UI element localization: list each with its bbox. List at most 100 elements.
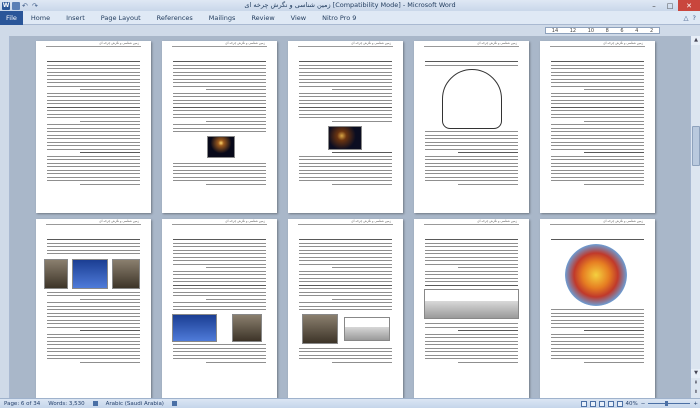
text-line [299,159,392,161]
scroll-down-button[interactable]: ▼ [691,369,700,378]
text-line [173,75,266,77]
page-header-text: زمین شناسی و نگرش چرخه ای [477,219,517,223]
text-line [173,351,266,353]
tab-insert[interactable]: Insert [58,14,93,22]
draft-view-icon[interactable] [616,400,623,407]
word-count[interactable]: Words: 3,530 [44,401,88,407]
page-header-rule [298,223,393,225]
tab-view[interactable]: View [283,14,314,22]
zoom-in-button[interactable]: + [693,401,698,407]
text-line [47,316,140,318]
tab-references[interactable]: References [149,14,201,22]
macro-icon[interactable] [168,401,181,406]
text-line [551,117,644,119]
text-line [47,253,140,255]
text-line [331,298,392,300]
text-line [457,267,518,269]
text-line [299,78,392,80]
text-line [299,99,392,101]
page-header-text: زمین شناسی و نگرش چرخه ای [477,41,517,45]
page-count[interactable]: Page: 6 of 34 [0,401,44,407]
document-area[interactable]: زمین شناسی و نگرش چرخه ای زمین شناسی و نگ… [10,36,690,398]
zoom-out-button[interactable]: − [641,401,646,407]
zoom-level[interactable]: 40% [626,401,638,407]
horizontal-ruler[interactable]: 14 12 10 8 6 4 2 [545,27,660,34]
text-line [425,242,518,244]
page-thumbnail[interactable]: زمین شناسی و نگرش چرخه ای [414,219,529,398]
next-page-button[interactable]: ⇟ [691,388,700,397]
tab-nitro-pro[interactable]: Nitro Pro 9 [314,14,364,22]
text-line [425,176,518,178]
page-thumbnail[interactable]: زمین شناسی و نگرش چرخه ای [36,219,151,398]
minimize-button[interactable]: – [646,0,662,11]
help-icon[interactable]: ? [693,14,696,22]
tab-file[interactable]: File [0,10,23,25]
window-title: زمین شناسی و نگرش چرخه ای [Compatibility… [244,1,456,9]
text-line [205,183,266,185]
tab-mailings[interactable]: Mailings [201,14,244,22]
zoom-slider[interactable] [648,401,691,406]
ruler-mark: 2 [649,27,654,34]
language-indicator[interactable]: Arabic (Saudi Arabia) [102,401,168,407]
text-line [551,340,644,342]
text-line [47,99,140,101]
text-line [47,295,140,297]
page-thumbnail[interactable]: زمین شناسی و نگرش چرخه ای [288,41,403,213]
text-line [331,183,392,185]
text-line [79,152,140,154]
text-line [47,249,140,251]
page-thumbnail[interactable]: زمین شناسی و نگرش چرخه ای [162,219,277,398]
page-figure [232,314,262,342]
ruler-mark: 12 [569,27,577,34]
text-line [551,71,644,73]
text-line [551,309,644,311]
tab-home[interactable]: Home [23,14,58,22]
text-line [173,305,266,307]
text-line [551,113,644,115]
page-thumbnail[interactable]: زمین شناسی و نگرش چرخه ای [162,41,277,213]
maximize-button[interactable]: □ [662,0,678,11]
text-line [425,260,518,262]
minimize-ribbon-icon[interactable]: △ [684,14,689,22]
text-line [425,340,518,342]
page-thumbnail[interactable]: زمین شناسی و نگرش چرخه ای [540,41,655,213]
close-button[interactable]: ✕ [678,0,700,11]
page-thumbnail[interactable]: زمین شناسی و نگرش چرخه ای [36,41,151,213]
outline-view-icon[interactable] [607,400,614,407]
text-line [425,166,518,168]
text-line [173,82,266,84]
ruler-mark: 14 [551,27,559,34]
text-line [173,61,266,63]
web-layout-view-icon[interactable] [598,400,605,407]
page-figure [72,259,108,289]
tab-page-layout[interactable]: Page Layout [93,14,149,22]
text-line [551,180,644,182]
text-line [551,319,644,321]
text-line [299,253,392,255]
full-screen-view-icon[interactable] [589,400,596,407]
print-layout-view-icon[interactable] [580,400,587,407]
text-line [299,68,392,70]
zoom-slider-knob[interactable] [665,401,669,406]
page-thumbnail[interactable]: زمین شناسی و نگرش چرخه ای [540,219,655,398]
vertical-scrollbar[interactable]: ▲ ▼ ⇞ ⇟ [690,36,700,398]
page-thumbnail[interactable]: زمین شناسی و نگرش چرخه ای [288,219,403,398]
text-line [299,71,392,73]
tab-review[interactable]: Review [243,14,282,22]
previous-page-button[interactable]: ⇞ [691,379,700,388]
proofing-icon[interactable] [89,401,102,406]
page-thumbnail[interactable]: زمین شناسی و نگرش چرخه ای [414,41,529,213]
text-line [173,166,266,168]
text-line [47,117,140,119]
text-line [47,92,140,94]
scroll-thumb[interactable] [692,126,700,166]
text-line [47,68,140,70]
text-line [47,309,140,311]
scroll-up-button[interactable]: ▲ [691,36,700,45]
text-line [47,159,140,161]
text-line [47,169,140,171]
page-header-rule [298,45,393,47]
text-line [551,155,644,157]
text-line [299,291,392,293]
text-line [299,256,392,258]
